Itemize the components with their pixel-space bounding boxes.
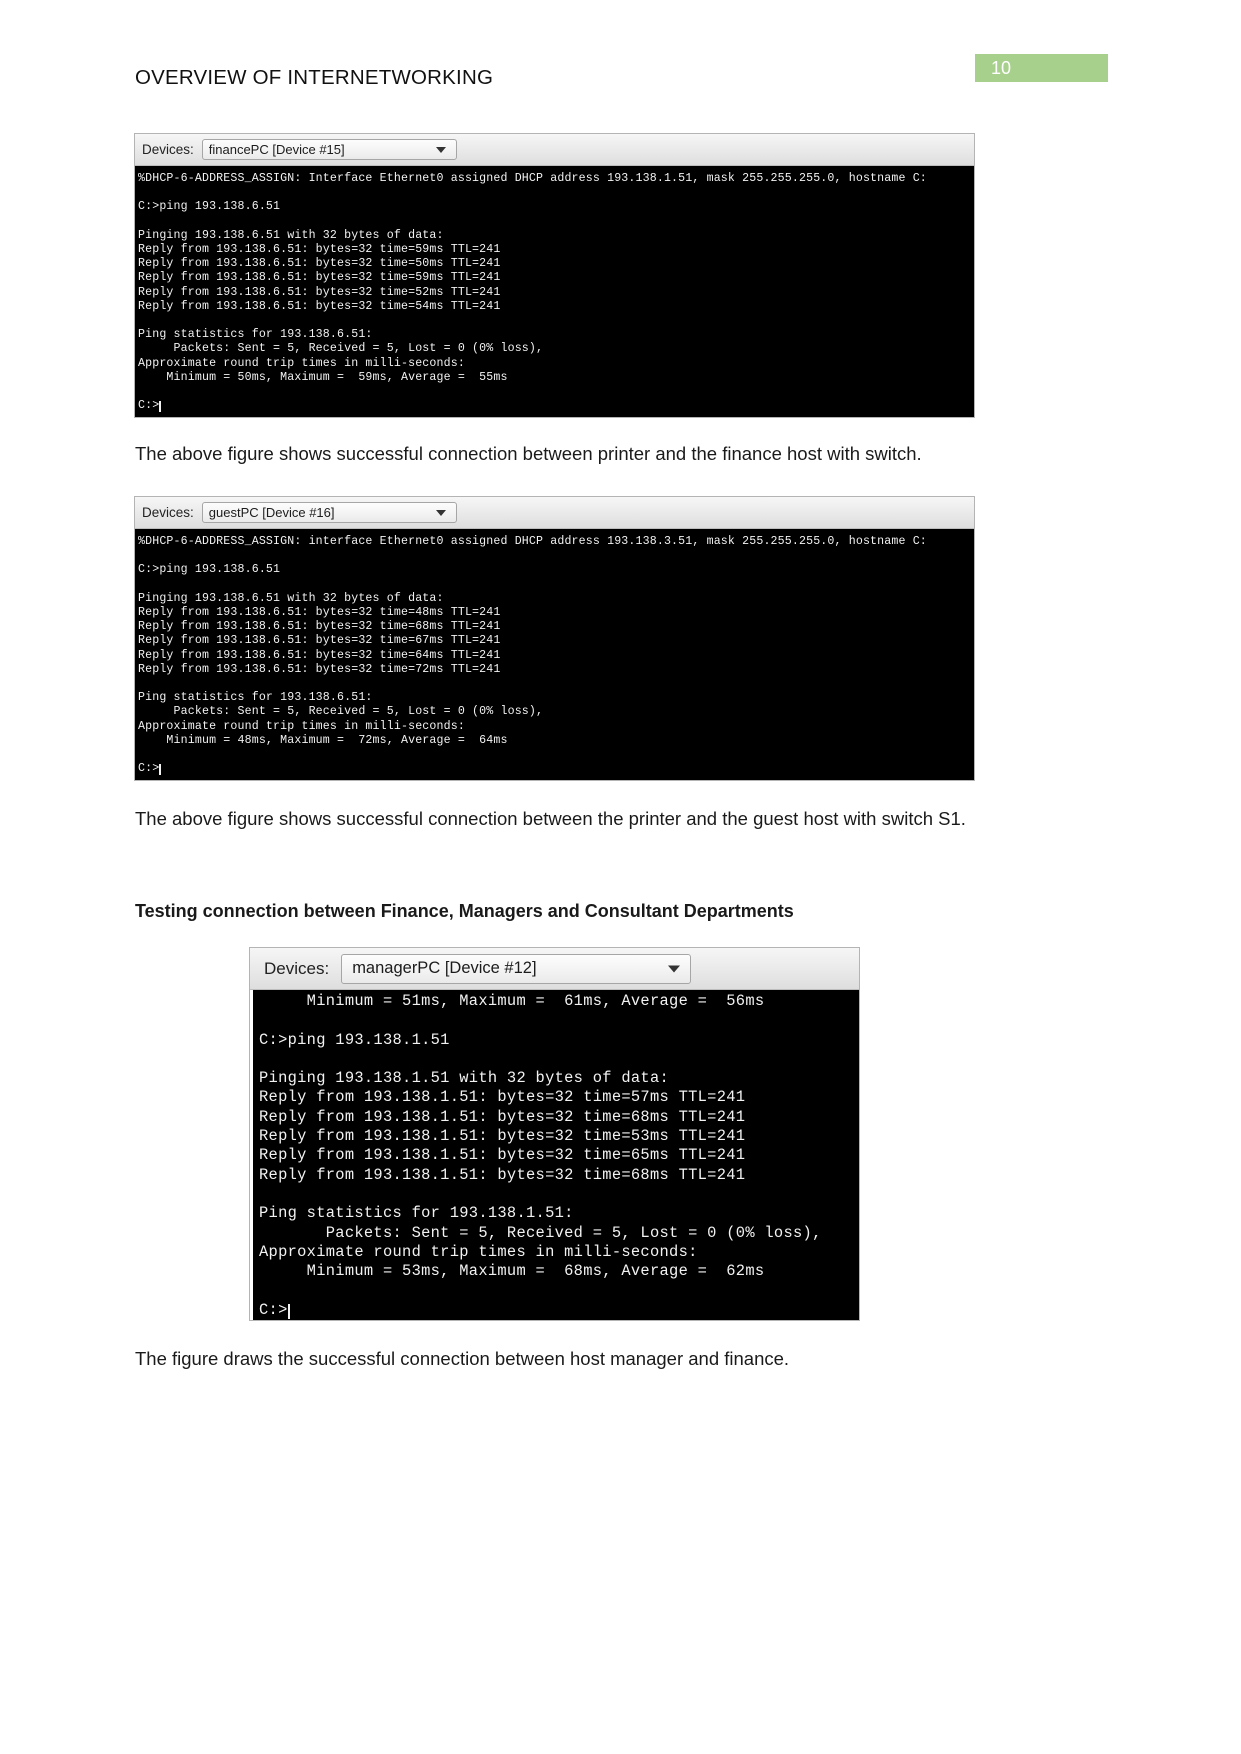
- page-header: OVERVIEW OF INTERNETWORKING 10: [0, 54, 1241, 98]
- terminal-line: Reply from 193.138.6.51: bytes=32 time=5…: [138, 271, 501, 285]
- devices-toolbar: Devices: financePC [Device #15]: [135, 134, 974, 166]
- section-heading: Testing connection between Finance, Mana…: [135, 901, 794, 921]
- terminal-screen-guest[interactable]: %DHCP-6-ADDRESS_ASSIGN: interface Ethern…: [135, 529, 974, 780]
- terminal-screen-finance[interactable]: %DHCP-6-ADDRESS_ASSIGN: Interface Ethern…: [135, 166, 974, 417]
- device-select[interactable]: managerPC [Device #12]: [341, 953, 692, 984]
- caption-finance: The above figure shows successful connec…: [135, 443, 922, 464]
- terminal-line: C:>: [138, 399, 162, 413]
- devices-toolbar: Devices: managerPC [Device #12]: [250, 948, 859, 990]
- terminal-cursor: [159, 401, 162, 413]
- page-number-badge: 10: [975, 54, 1108, 82]
- devices-toolbar: Devices: guestPC [Device #16]: [135, 497, 974, 529]
- terminal-line: Pinging 193.138.6.51 with 32 bytes of da…: [138, 591, 444, 605]
- page-title: OVERVIEW OF INTERNETWORKING: [135, 66, 494, 89]
- terminal-line: Ping statistics for 193.138.6.51:: [138, 691, 373, 705]
- terminal-line: Approximate round trip times in milli-se…: [138, 356, 465, 370]
- terminal-line: Reply from 193.138.1.51: bytes=32 time=5…: [259, 1088, 746, 1107]
- terminal-screen-manager[interactable]: Minimum = 51ms, Maximum = 61ms, Average …: [250, 990, 859, 1320]
- terminal-cursor: [287, 1304, 290, 1319]
- packet-tracer-window-guest: Devices: guestPC [Device #16] %DHCP-6-AD…: [134, 496, 975, 781]
- caption-manager: The figure draws the successful connecti…: [135, 1348, 790, 1369]
- terminal-line: Reply from 193.138.6.51: bytes=32 time=6…: [138, 634, 501, 648]
- packet-tracer-window-finance: Devices: financePC [Device #15] %DHCP-6-…: [134, 133, 975, 418]
- terminal-line: Reply from 193.138.6.51: bytes=32 time=6…: [138, 620, 501, 634]
- terminal-line: Packets: Sent = 5, Received = 5, Lost = …: [259, 1223, 822, 1242]
- terminal-line: Reply from 193.138.1.51: bytes=32 time=6…: [259, 1165, 746, 1184]
- chevron-down-icon: [435, 509, 446, 516]
- devices-label: Devices:: [142, 505, 194, 520]
- terminal-line: Minimum = 53ms, Maximum = 68ms, Average …: [259, 1262, 765, 1281]
- terminal-line: C:>: [138, 762, 162, 776]
- terminal-line: Reply from 193.138.6.51: bytes=32 time=5…: [138, 257, 501, 271]
- chevron-down-icon: [435, 146, 446, 153]
- terminal-line: Pinging 193.138.1.51 with 32 bytes of da…: [259, 1069, 670, 1088]
- terminal-line: %DHCP-6-ADDRESS_ASSIGN: interface Ethern…: [138, 535, 927, 548]
- terminal-line: Packets: Sent = 5, Received = 5, Lost = …: [138, 342, 544, 356]
- terminal-line: Minimum = 51ms, Maximum = 61ms, Average …: [259, 992, 765, 1010]
- terminal-line: Reply from 193.138.6.51: bytes=32 time=6…: [138, 648, 501, 662]
- terminal-line: Pinging 193.138.6.51 with 32 bytes of da…: [138, 228, 444, 242]
- terminal-line: Approximate round trip times in milli-se…: [259, 1242, 698, 1261]
- terminal-cursor: [159, 764, 162, 776]
- terminal-line: Reply from 193.138.1.51: bytes=32 time=6…: [259, 1146, 746, 1165]
- terminal-line: Ping statistics for 193.138.6.51:: [138, 328, 373, 342]
- terminal-line: Packets: Sent = 5, Received = 5, Lost = …: [138, 705, 544, 719]
- device-select-value: guestPC [Device #16]: [208, 505, 335, 520]
- document-page: OVERVIEW OF INTERNETWORKING 10 Devices: …: [0, 0, 1241, 1754]
- device-select-value: financePC [Device #15]: [208, 142, 345, 157]
- terminal-line: Minimum = 48ms, Maximum = 72ms, Average …: [138, 733, 508, 747]
- terminal-line: Reply from 193.138.1.51: bytes=32 time=6…: [259, 1107, 746, 1126]
- terminal-line: Reply from 193.138.6.51: bytes=32 time=4…: [138, 606, 501, 620]
- terminal-line: Minimum = 50ms, Maximum = 59ms, Average …: [138, 370, 508, 384]
- device-select-value: managerPC [Device #12]: [352, 959, 537, 977]
- terminal-line: Reply from 193.138.6.51: bytes=32 time=7…: [138, 662, 501, 676]
- terminal-line: Reply from 193.138.6.51: bytes=32 time=5…: [138, 299, 501, 313]
- terminal-line: Reply from 193.138.1.51: bytes=32 time=5…: [259, 1127, 746, 1146]
- terminal-line: Reply from 193.138.6.51: bytes=32 time=5…: [138, 285, 501, 299]
- page-number: 10: [991, 58, 1012, 78]
- chevron-down-icon: [668, 965, 681, 972]
- device-select[interactable]: guestPC [Device #16]: [201, 502, 457, 523]
- terminal-line: C:>ping 193.138.1.51: [259, 1030, 450, 1049]
- terminal-line: %DHCP-6-ADDRESS_ASSIGN: Interface Ethern…: [138, 172, 927, 185]
- device-select[interactable]: financePC [Device #15]: [201, 139, 457, 160]
- packet-tracer-window-manager: Devices: managerPC [Device #12] Minimum …: [249, 947, 860, 1321]
- terminal-line: Ping statistics for 193.138.1.51:: [259, 1204, 574, 1223]
- terminal-line: C:>ping 193.138.6.51: [138, 200, 281, 214]
- terminal-line: Approximate round trip times in milli-se…: [138, 719, 465, 733]
- terminal-line: C:>ping 193.138.6.51: [138, 563, 281, 577]
- devices-label: Devices:: [264, 958, 330, 978]
- terminal-line: Reply from 193.138.6.51: bytes=32 time=5…: [138, 243, 501, 257]
- devices-label: Devices:: [142, 142, 194, 157]
- terminal-line: C:>: [259, 1300, 290, 1319]
- caption-guest: The above figure shows successful connec…: [135, 808, 966, 829]
